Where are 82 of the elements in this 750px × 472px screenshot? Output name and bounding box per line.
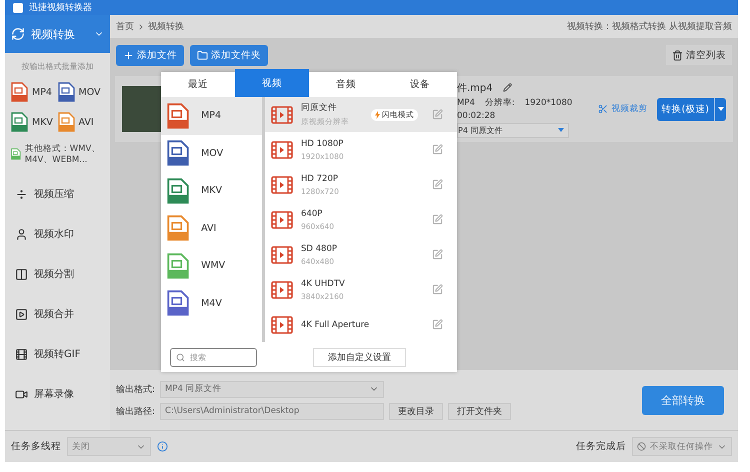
preset-name: 4K Full Aperture — [301, 320, 370, 330]
breadcrumb-item[interactable]: 首页 — [116, 20, 134, 33]
film-icon — [271, 316, 293, 334]
clear-list-button[interactable]: 清空列表 — [666, 45, 732, 65]
sidebar-item[interactable]: 视频水印 — [5, 214, 110, 254]
convert-icon — [11, 27, 25, 41]
app-logo-icon — [13, 2, 23, 12]
trash-icon — [672, 50, 683, 60]
page-description: 视频转换：视频格式转换 从视频提取音频 — [567, 20, 732, 33]
tool-icon — [15, 348, 28, 361]
film-icon — [271, 176, 293, 194]
search-field[interactable]: 搜索 — [170, 348, 257, 366]
film-icon — [271, 246, 293, 264]
file-name: 件.mp4 — [457, 82, 493, 94]
pencil-icon[interactable] — [502, 83, 512, 92]
preset-name: 4K UHDTV — [301, 278, 346, 288]
edit-icon[interactable] — [432, 214, 443, 225]
info-icon[interactable] — [157, 441, 168, 452]
sidebar-item[interactable]: 视频转GIF — [5, 334, 110, 374]
caret-icon — [558, 128, 564, 132]
film-icon — [271, 280, 293, 298]
film-icon — [271, 210, 293, 228]
sidebar-hint: 按输出格式批量添加 — [20, 61, 94, 72]
resolution-label: 分辨率: — [484, 96, 515, 108]
format-shortcut[interactable]: MKV — [11, 112, 58, 132]
sidebar-item[interactable]: 视频压缩 — [5, 174, 110, 214]
tool-icon — [15, 308, 28, 321]
add-folder-button[interactable]: 添加文件夹 — [190, 44, 268, 66]
output-path-label: 输出路径: — [116, 406, 156, 418]
sidebar-item[interactable]: 视频分割 — [5, 254, 110, 294]
edit-icon[interactable] — [432, 249, 443, 260]
sidebar-item[interactable]: 屏幕录像 — [5, 374, 110, 414]
folder-icon — [197, 50, 208, 60]
edit-icon[interactable] — [432, 179, 443, 190]
format-tab[interactable]: 最近 — [161, 72, 235, 97]
format-item[interactable]: MP4 — [161, 97, 262, 134]
tool-icon — [15, 268, 28, 281]
breadcrumb-item: 视频转换 — [148, 20, 184, 33]
format-tab[interactable]: 设备 — [383, 72, 457, 97]
chevron-icon — [137, 22, 145, 30]
tool-icon — [15, 388, 28, 401]
resolution: 1920*1080 — [524, 98, 572, 108]
output-format-dropdown[interactable]: P4 同原文件 — [457, 122, 569, 138]
preset-name: 同原文件 — [301, 102, 338, 114]
preset-name: 640P — [301, 208, 324, 218]
format-shortcut[interactable]: MP4 — [11, 82, 58, 102]
edit-icon[interactable] — [432, 284, 443, 295]
lightning-icon — [375, 110, 380, 118]
other-formats-link[interactable]: 其他格式：WMV、M4V、WEBM... — [24, 144, 104, 166]
after-task-label: 任务完成后 — [576, 440, 626, 453]
format-tab[interactable]: 视频 — [235, 69, 309, 97]
edit-icon[interactable] — [432, 319, 443, 330]
scissors-icon — [598, 104, 608, 114]
edit-icon[interactable] — [432, 144, 443, 155]
add-custom-settings-button[interactable]: 添加自定义设置 — [313, 348, 406, 366]
preset-name: HD 1080P — [301, 138, 344, 148]
preset-name: HD 720P — [301, 174, 339, 184]
sidebar-active-item[interactable]: 视频转换 — [5, 15, 110, 53]
format-shortcut[interactable]: AVI — [58, 112, 104, 132]
add-file-button[interactable]: 添加文件 — [116, 44, 184, 66]
output-path-field[interactable]: C:\Users\Administrator\Desktop — [160, 402, 384, 420]
plus-icon — [123, 50, 134, 60]
window-title: 迅捷视频转换器 — [29, 2, 92, 14]
ban-icon — [637, 442, 646, 451]
search-icon — [176, 352, 185, 362]
sidebar-item[interactable]: 视频合并 — [5, 294, 110, 334]
tool-icon — [15, 228, 28, 241]
film-icon — [271, 140, 293, 158]
format-shortcut[interactable]: MOV — [58, 82, 104, 102]
film-icon — [271, 106, 293, 124]
convert-button[interactable]: 转换(极速) — [656, 98, 726, 120]
tool-icon — [15, 188, 28, 201]
preset-name: SD 480P — [301, 244, 338, 254]
file-format: MP4 — [457, 98, 475, 108]
change-directory-button[interactable]: 更改目录 — [389, 402, 444, 420]
caret-icon — [718, 107, 724, 111]
edit-icon[interactable] — [432, 109, 443, 120]
output-format-select[interactable]: MP4 同原文件 — [160, 380, 384, 398]
duration: 00:02:28 — [457, 110, 496, 120]
threads-label: 任务多线程 — [11, 440, 61, 453]
output-format-label: 输出格式: — [116, 384, 156, 396]
open-folder-button[interactable]: 打开文件夹 — [448, 402, 512, 420]
